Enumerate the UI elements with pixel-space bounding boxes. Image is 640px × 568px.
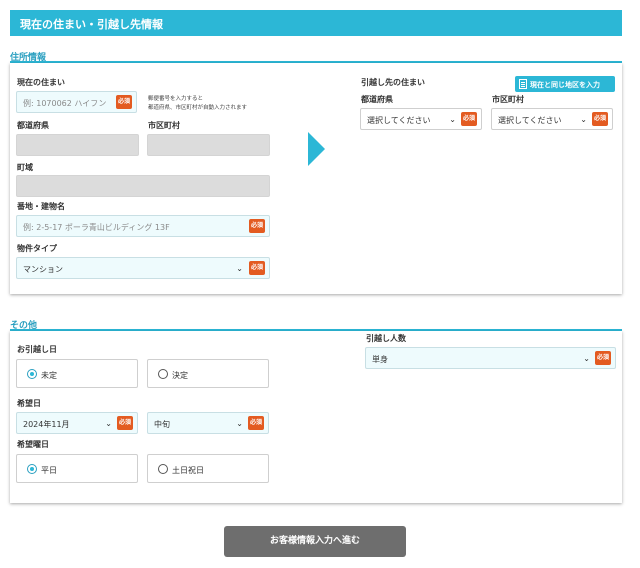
current-address-heading: 現在の住まい	[17, 78, 65, 87]
submit-button[interactable]: お客様情報入力へ進む	[224, 526, 406, 557]
arrow-right-icon	[308, 132, 325, 166]
property-type-value: マンション	[23, 265, 63, 274]
required-badge: 必須	[249, 261, 265, 275]
chevron-down-icon: ⌄	[236, 264, 243, 273]
dest-prefecture-value: 選択してください	[367, 116, 431, 125]
radio-label: 未定	[41, 371, 57, 380]
town-field	[16, 175, 270, 197]
desired-period-value: 中旬	[154, 420, 170, 429]
desired-month-value: 2024年11月	[23, 420, 70, 429]
chevron-down-icon: ⌄	[105, 419, 112, 428]
dest-city-label: 市区町村	[492, 95, 524, 104]
required-badge: 必須	[595, 351, 611, 365]
desired-period-select[interactable]: 中旬 ⌄ 必須	[147, 412, 269, 434]
chevron-down-icon: ⌄	[580, 115, 587, 124]
radio-unselected-icon	[158, 369, 168, 379]
weekday-option-weekend[interactable]: 土日祝日	[147, 454, 269, 483]
weekday-option-weekday[interactable]: 平日	[16, 454, 138, 483]
chevron-down-icon: ⌄	[583, 354, 590, 363]
people-value: 単身	[372, 355, 388, 364]
required-badge: 必須	[117, 416, 133, 430]
desired-date-label: 希望日	[17, 399, 41, 408]
dest-city-value: 選択してください	[498, 116, 562, 125]
prefecture-label: 都道府県	[17, 121, 49, 130]
city-label: 市区町村	[148, 121, 180, 130]
people-label: 引越し人数	[366, 334, 406, 343]
same-area-button-label: 現在と同じ地区を入力	[530, 81, 600, 89]
required-badge: 必須	[116, 95, 132, 109]
prefecture-field	[16, 134, 139, 156]
required-badge: 必須	[461, 112, 477, 126]
move-date-option-undecided[interactable]: 未定	[16, 359, 138, 388]
street-placeholder: 例: 2-5-17 ポーラ青山ビルディング 13F	[23, 223, 170, 232]
property-type-select[interactable]: マンション ⌄ 必須	[16, 257, 270, 279]
chevron-down-icon: ⌄	[236, 419, 243, 428]
postal-code-input[interactable]: 例: 1070062 ハイフン 必須	[16, 91, 137, 113]
required-badge: 必須	[592, 112, 608, 126]
page-header: 現在の住まい・引越し先情報	[10, 10, 622, 36]
document-icon	[519, 79, 527, 89]
desired-weekday-label: 希望曜日	[17, 440, 49, 449]
town-label: 町域	[17, 163, 33, 172]
move-date-option-decided[interactable]: 決定	[147, 359, 269, 388]
dest-prefecture-label: 都道府県	[361, 95, 393, 104]
required-badge: 必須	[249, 219, 265, 233]
page-title: 現在の住まい・引越し先情報	[20, 18, 163, 31]
radio-label: 土日祝日	[172, 466, 204, 475]
dest-city-select[interactable]: 選択してください ⌄ 必須	[491, 108, 613, 130]
people-select[interactable]: 単身 ⌄ 必須	[365, 347, 616, 369]
radio-selected-icon	[27, 369, 37, 379]
postal-hint: 郵便番号を入力すると 都道府県、市区町村が自動入力されます	[148, 96, 248, 111]
dest-prefecture-select[interactable]: 選択してください ⌄ 必須	[360, 108, 482, 130]
radio-label: 平日	[41, 466, 57, 475]
street-label: 番地・建物名	[17, 202, 65, 211]
street-input[interactable]: 例: 2-5-17 ポーラ青山ビルディング 13F 必須	[16, 215, 270, 237]
property-type-label: 物件タイプ	[17, 244, 57, 253]
move-date-label: お引越し日	[17, 345, 57, 354]
postal-code-placeholder: 例: 1070062 ハイフン	[23, 99, 107, 108]
desired-month-select[interactable]: 2024年11月 ⌄ 必須	[16, 412, 138, 434]
required-badge: 必須	[248, 416, 264, 430]
city-field	[147, 134, 270, 156]
radio-label: 決定	[172, 371, 188, 380]
destination-heading: 引越し先の住まい	[361, 78, 425, 87]
chevron-down-icon: ⌄	[449, 115, 456, 124]
radio-unselected-icon	[158, 464, 168, 474]
same-area-button[interactable]: 現在と同じ地区を入力	[515, 76, 615, 92]
radio-selected-icon	[27, 464, 37, 474]
